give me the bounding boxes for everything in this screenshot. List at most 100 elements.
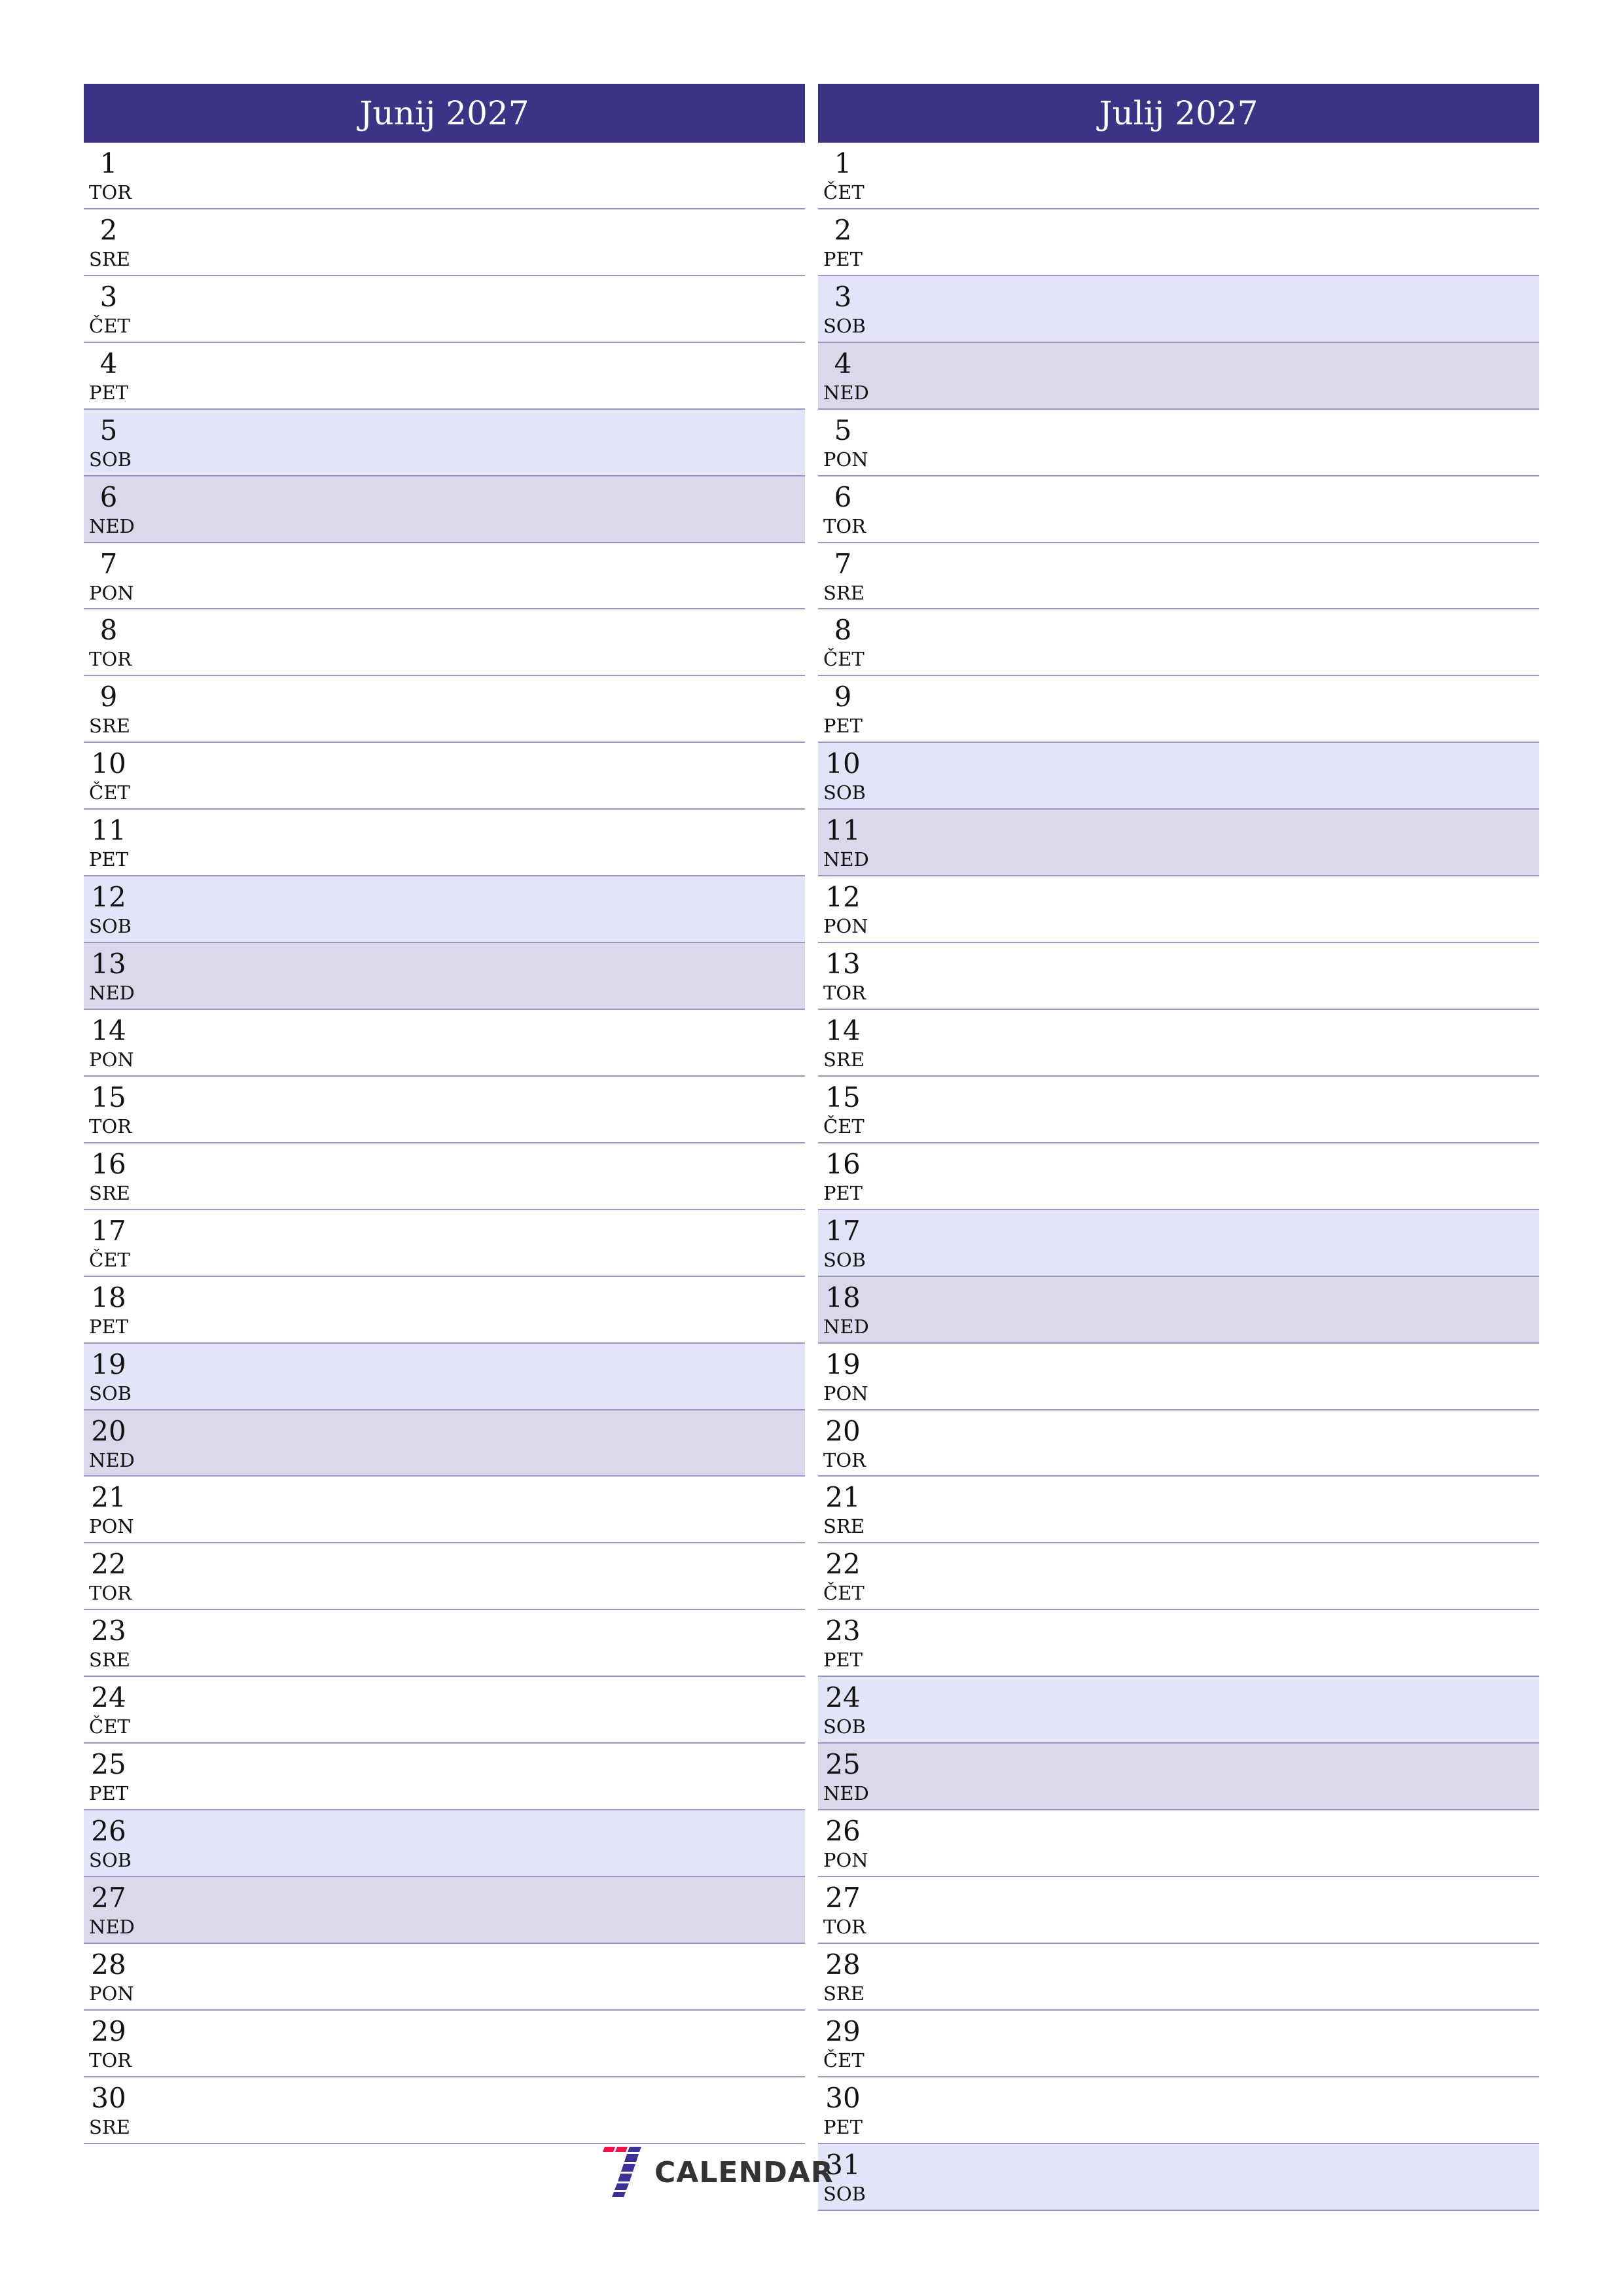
day-number: 16 [825, 1147, 861, 1180]
day-row: 26 PON [818, 1810, 1539, 1877]
day-row: 9 PET [818, 676, 1539, 744]
day-name: ČET [823, 2049, 865, 2072]
day-row: 14 PON [84, 1009, 805, 1077]
day-name: ČET [823, 648, 865, 671]
day-number: 11 [825, 814, 861, 847]
day-row: 23 PET [818, 1610, 1539, 1677]
day-number: 17 [825, 1214, 861, 1247]
day-name: TOR [89, 648, 132, 671]
day-name: TOR [89, 1582, 132, 1605]
day-name: SRE [89, 1181, 130, 1204]
day-row: 2 PET [818, 209, 1539, 276]
day-number: 5 [99, 414, 118, 446]
day-row: 10 ČET [84, 743, 805, 810]
day-row: 23 SRE [84, 1610, 805, 1677]
day-row: 25 PET [84, 1744, 805, 1811]
day-name: NED [823, 1782, 869, 1805]
day-number: 26 [825, 1815, 861, 1848]
day-row: 1 TOR [84, 143, 805, 209]
day-list: 1 ČET 2 PET 3 SOB 4 NED 5 PON 6 TOR 7 SRE 8 ČET 9 PET 10 SO… [818, 143, 1539, 2211]
day-name: NED [823, 381, 869, 404]
day-name: SRE [823, 1982, 865, 2005]
day-name: SRE [823, 1048, 865, 1071]
month-header: Julij 2027 [818, 84, 1539, 143]
day-row: 3 ČET [84, 276, 805, 343]
day-row: 11 PET [84, 810, 805, 877]
day-name: SRE [89, 2115, 130, 2138]
day-row: 7 PON [84, 543, 805, 610]
day-name: TOR [89, 2049, 132, 2072]
day-number: 21 [825, 1481, 861, 1514]
day-number: 7 [99, 547, 118, 580]
day-name: PON [89, 1982, 134, 2005]
day-row: 13 TOR [818, 943, 1539, 1010]
brand-logo: CALENDAR [602, 2147, 834, 2198]
day-row: 16 SRE [84, 1143, 805, 1210]
day-number: 28 [825, 1948, 861, 1981]
day-number: 27 [91, 1881, 126, 1914]
day-number: 2 [99, 213, 118, 246]
day-row: 9 SRE [84, 676, 805, 744]
day-name: SOB [823, 1715, 866, 1738]
day-number: 3 [99, 280, 118, 313]
day-row: 15 TOR [84, 1076, 805, 1143]
day-name: ČET [89, 781, 130, 804]
day-number: 22 [825, 1548, 861, 1581]
day-name: PON [89, 581, 134, 604]
day-number: 18 [91, 1281, 126, 1314]
day-name: PON [823, 915, 868, 938]
day-name: ČET [89, 1248, 130, 1271]
month-header: Junij 2027 [84, 84, 805, 143]
day-row: 12 SOB [84, 876, 805, 944]
day-number: 8 [834, 614, 852, 647]
day-row: 17 SOB [818, 1210, 1539, 1277]
day-name: SOB [89, 915, 132, 938]
day-name: PON [823, 448, 868, 471]
day-row: 29 ČET [818, 2010, 1539, 2077]
month-title: Julij 2027 [1099, 94, 1258, 132]
day-row: 1 ČET [818, 143, 1539, 209]
day-row: 15 ČET [818, 1076, 1539, 1143]
day-row: 5 PON [818, 409, 1539, 476]
day-number: 23 [825, 1615, 861, 1647]
day-name: SRE [89, 715, 130, 738]
day-row: 19 PON [818, 1343, 1539, 1410]
day-number: 23 [91, 1615, 126, 1647]
day-name: ČET [89, 314, 130, 337]
seven-calendar-logo-icon [603, 2147, 641, 2197]
day-number: 1 [99, 147, 118, 179]
day-number: 16 [91, 1147, 126, 1180]
day-number: 19 [91, 1348, 126, 1380]
day-name: SOB [823, 1248, 866, 1271]
day-name: NED [823, 848, 869, 871]
day-name: PET [823, 715, 863, 738]
day-number: 28 [91, 1948, 126, 1981]
day-row: 24 SOB [818, 1677, 1539, 1744]
day-number: 15 [825, 1081, 861, 1113]
day-row: 16 PET [818, 1143, 1539, 1210]
day-row: 19 SOB [84, 1343, 805, 1410]
day-number: 25 [91, 1748, 126, 1781]
day-number: 29 [825, 2015, 861, 2047]
day-name: TOR [823, 1448, 866, 1471]
day-name: ČET [823, 1115, 865, 1138]
day-name: PON [89, 1515, 134, 1538]
day-name: PET [89, 848, 129, 871]
day-number: 18 [825, 1281, 861, 1314]
day-row: 18 NED [818, 1276, 1539, 1344]
day-name: SOB [823, 314, 866, 337]
day-row: 3 SOB [818, 276, 1539, 343]
day-name: PON [823, 1382, 868, 1405]
day-row: 12 PON [818, 876, 1539, 944]
day-row: 21 SRE [818, 1477, 1539, 1544]
day-row: 14 SRE [818, 1009, 1539, 1077]
day-name: NED [89, 1448, 135, 1471]
month-june: Junij 2027 1 TOR 2 SRE 3 ČET 4 PET 5 SOB 6 NED 7 PON 8… [84, 84, 805, 2144]
day-row: 25 NED [818, 1744, 1539, 1811]
day-row: 27 TOR [818, 1876, 1539, 1944]
day-name: NED [89, 1915, 135, 1938]
day-list: 1 TOR 2 SRE 3 ČET 4 PET 5 SOB 6 NED 7 PON 8 TOR 9 SRE 10 ČE… [84, 143, 805, 2144]
day-number: 24 [91, 1681, 126, 1714]
month-title: Junij 2027 [359, 94, 529, 132]
day-row: 20 TOR [818, 1410, 1539, 1477]
